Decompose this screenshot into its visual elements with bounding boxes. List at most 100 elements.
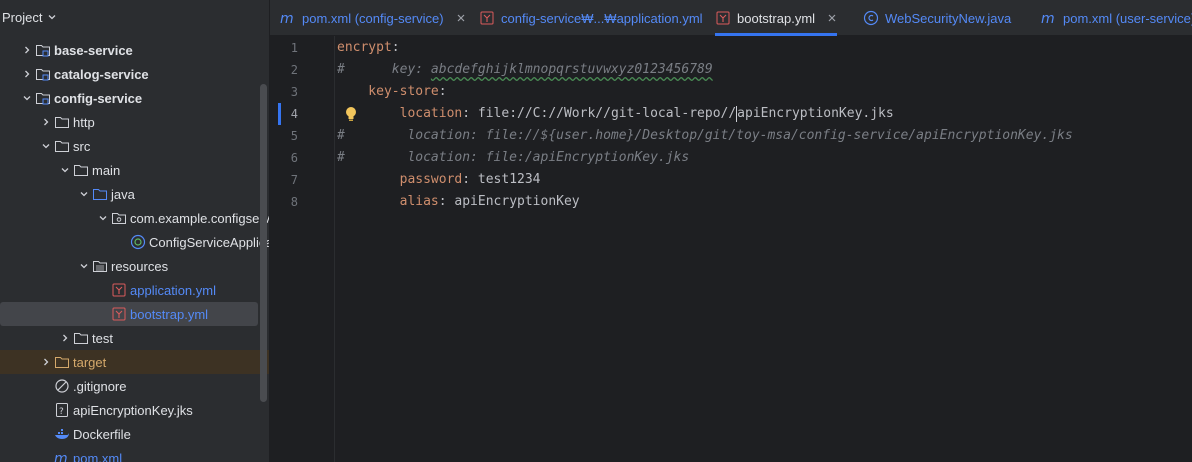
tree-item[interactable]: com.example.configservice [0, 206, 269, 230]
editor-tab-label: config-service₩...₩application.yml [501, 10, 703, 26]
tree-item-label: java [111, 186, 135, 202]
tree-item[interactable]: test [0, 326, 258, 350]
tree-item[interactable]: m pom.xml [0, 446, 258, 462]
chevron-down-icon[interactable] [38, 138, 54, 154]
line-number: 1 [290, 41, 298, 55]
tree-item[interactable]: bootstrap.yml [0, 302, 258, 326]
yaml-file-icon [111, 282, 127, 298]
tree-item-label: resources [111, 258, 169, 274]
svg-text:m: m [54, 451, 68, 462]
tree-item-label: src [73, 138, 91, 154]
editor-tab[interactable]: m pom.xml (config-service) [280, 0, 466, 36]
tree-item-label: catalog-service [54, 66, 149, 82]
tree-item-label: com.example.configservice [130, 210, 269, 226]
line-number: 2 [290, 63, 298, 77]
tree-item[interactable]: http [0, 110, 258, 134]
code-token: : [438, 84, 447, 99]
line-number: 6 [290, 151, 298, 165]
chevron-down-icon[interactable] [46, 11, 58, 23]
tree-item[interactable]: base-service [0, 38, 258, 62]
code-line[interactable]: 1 encrypt: [270, 37, 1192, 59]
tree-scrollbar[interactable] [260, 84, 267, 402]
maven-icon: m [1041, 10, 1057, 26]
tree-item[interactable]: target [0, 350, 269, 374]
project-panel-header[interactable]: Project [0, 0, 269, 34]
editor-tab-bar: m pom.xml (config-service) config-service₩… [270, 0, 1192, 36]
unknown-file-icon: ? [54, 402, 70, 418]
spring-class-icon [130, 234, 146, 250]
project-panel: Project base-service catalog-service confi… [0, 0, 270, 462]
code-token: location [337, 106, 463, 121]
chevron-right-icon[interactable] [19, 66, 35, 82]
maven-icon: m [280, 10, 296, 26]
chevron-right-icon[interactable] [57, 330, 73, 346]
chevron-down-icon[interactable] [76, 186, 92, 202]
code-text: password: test1234 [337, 169, 541, 191]
code-token: # key: [337, 62, 431, 77]
line-number: 8 [290, 195, 298, 209]
close-icon[interactable] [456, 13, 466, 23]
code-token: key-store [337, 84, 439, 99]
tree-item[interactable]: .gitignore [0, 374, 258, 398]
yaml-file-icon [111, 306, 127, 322]
code-token: apiEncryptionKey.jks [737, 106, 894, 121]
tree-item-label: main [92, 162, 121, 178]
tree-item[interactable]: application.yml [0, 278, 258, 302]
editor-tab[interactable]: m pom.xml (user-service) [1041, 0, 1192, 36]
editor-tab[interactable]: WebSecurityNew.java [863, 0, 1011, 36]
code-text: key-store: [337, 81, 447, 103]
maven-icon: m [54, 450, 70, 462]
package-icon [111, 210, 127, 226]
folder-icon [54, 114, 70, 130]
code-token: abcdefghijklmnopqrstuvwxyz0123456789 [430, 62, 713, 77]
code-line[interactable]: 3 key-store: [270, 81, 1192, 103]
editor-tab[interactable]: bootstrap.yml [715, 0, 838, 36]
code-text: # location: file:/apiEncryptionKey.jks [337, 147, 689, 169]
code-editor[interactable]: 1 encrypt: 2 # key: abcdefghijklmnopqrstuvw… [270, 36, 1192, 462]
tree-item-label: target [73, 354, 107, 370]
tree-item[interactable]: ConfigServiceApplication [0, 230, 269, 254]
tree-item-label: test [92, 330, 113, 346]
tree-item[interactable]: main [0, 158, 258, 182]
chevron-right-icon[interactable] [19, 42, 35, 58]
tree-item[interactable]: Dockerfile [0, 422, 258, 446]
tree-item-label: apiEncryptionKey.jks [73, 402, 193, 418]
line-number: 5 [290, 129, 298, 143]
tree-item-label: base-service [54, 42, 133, 58]
chevron-down-icon[interactable] [57, 162, 73, 178]
chevron-down-icon[interactable] [76, 258, 92, 274]
code-text: # key: abcdefghijklmnopqrstuvwxyz0123456… [337, 59, 713, 81]
code-line[interactable]: 5 # location: file://${user.home}/Desktop… [270, 125, 1192, 147]
chevron-down-icon[interactable] [95, 210, 111, 226]
tree-item[interactable]: catalog-service [0, 62, 258, 86]
code-line[interactable]: 8 alias: apiEncryptionKey [270, 191, 1192, 213]
module-folder-icon [35, 90, 51, 106]
code-text: encrypt: [337, 37, 400, 59]
chevron-right-icon[interactable] [38, 114, 54, 130]
resources-folder-icon [92, 258, 108, 274]
code-token: : test1234 [462, 172, 541, 187]
tree-item[interactable]: java [0, 182, 258, 206]
editor-tab[interactable]: config-service₩...₩application.yml [479, 0, 703, 36]
code-line[interactable]: 4 location: file://C://Work//git-local-r… [270, 103, 1192, 125]
tree-item[interactable]: src [0, 134, 258, 158]
editor-tab-label: bootstrap.yml [737, 10, 816, 26]
tree-item[interactable]: ? apiEncryptionKey.jks [0, 398, 258, 422]
folder-icon [73, 162, 89, 178]
tree-item-label: config-service [54, 90, 143, 106]
svg-text:?: ? [59, 407, 64, 417]
chevron-right-icon[interactable] [38, 354, 54, 370]
tree-item[interactable]: config-service [0, 86, 258, 110]
close-icon[interactable] [827, 13, 837, 23]
code-line[interactable]: 2 # key: abcdefghijklmnopqrstuvwxyz012345… [270, 59, 1192, 81]
code-token: # location: file://${user.home}/Desktop/… [337, 128, 1073, 143]
yaml-file-icon [479, 10, 495, 26]
code-line[interactable]: 6 # location: file:/apiEncryptionKey.jks [270, 147, 1192, 169]
code-token: : apiEncryptionKey [438, 194, 580, 209]
tree-item[interactable]: resources [0, 254, 258, 278]
code-text: # location: file://${user.home}/Desktop/… [337, 125, 1073, 147]
chevron-down-icon[interactable] [19, 90, 35, 106]
editor-tab-label: WebSecurityNew.java [885, 10, 1012, 26]
module-folder-icon [35, 42, 51, 58]
code-line[interactable]: 7 password: test1234 [270, 169, 1192, 191]
